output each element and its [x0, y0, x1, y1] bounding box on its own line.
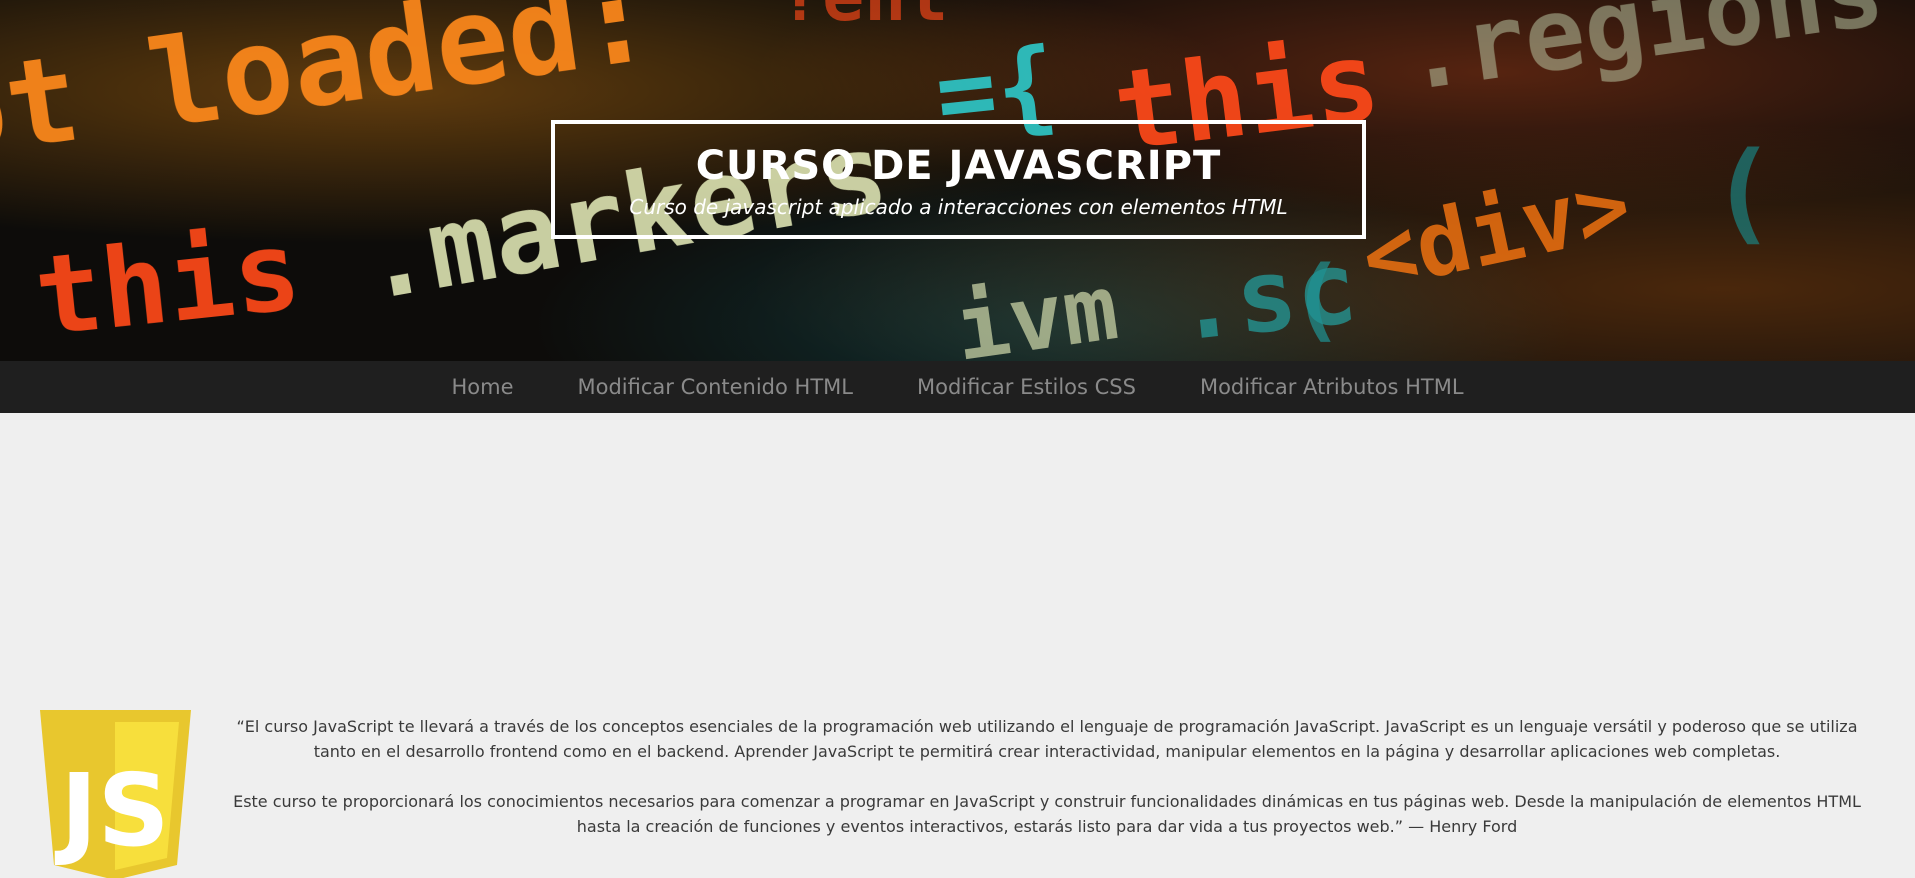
- code-fragment: <div>: [1353, 152, 1640, 311]
- nav-item-home[interactable]: Home: [451, 375, 513, 399]
- nav-item-modificar-atributos-html[interactable]: Modificar Atributos HTML: [1200, 375, 1464, 399]
- quote-paragraph-1: “El curso JavaScript te llevará a través…: [236, 717, 1858, 761]
- logo-js-text: JS: [54, 752, 169, 869]
- course-quote: “El curso JavaScript te llevará a través…: [222, 714, 1872, 864]
- quote-paragraph-2: Este curso te proporcionará los conocimi…: [233, 792, 1861, 836]
- javascript-logo-icon: JS: [40, 710, 191, 878]
- code-fragment: .regions: [1397, 0, 1890, 114]
- code-fragment: ivm: [948, 255, 1124, 361]
- page-title: CURSO DE JAVASCRIPT: [695, 143, 1222, 189]
- title-box: CURSO DE JAVASCRIPT Curso de javascript …: [551, 120, 1366, 239]
- code-fragment: (: [1710, 128, 1776, 256]
- page-subtitle: Curso de javascript aplicado a interacci…: [629, 195, 1288, 219]
- main-content: JS “El curso JavaScript te llevará a tra…: [0, 413, 1915, 878]
- hero-banner: ot loaded: this .markers ={ this .region…: [0, 0, 1915, 361]
- main-nav: Home Modificar Contenido HTML Modificar …: [0, 361, 1915, 413]
- code-fragment: this: [29, 206, 306, 361]
- code-fragment: (: [1290, 247, 1344, 352]
- nav-item-modificar-contenido-html[interactable]: Modificar Contenido HTML: [577, 375, 853, 399]
- code-fragment: ?ent: [780, 0, 949, 37]
- nav-item-modificar-estilos-css[interactable]: Modificar Estilos CSS: [917, 375, 1136, 399]
